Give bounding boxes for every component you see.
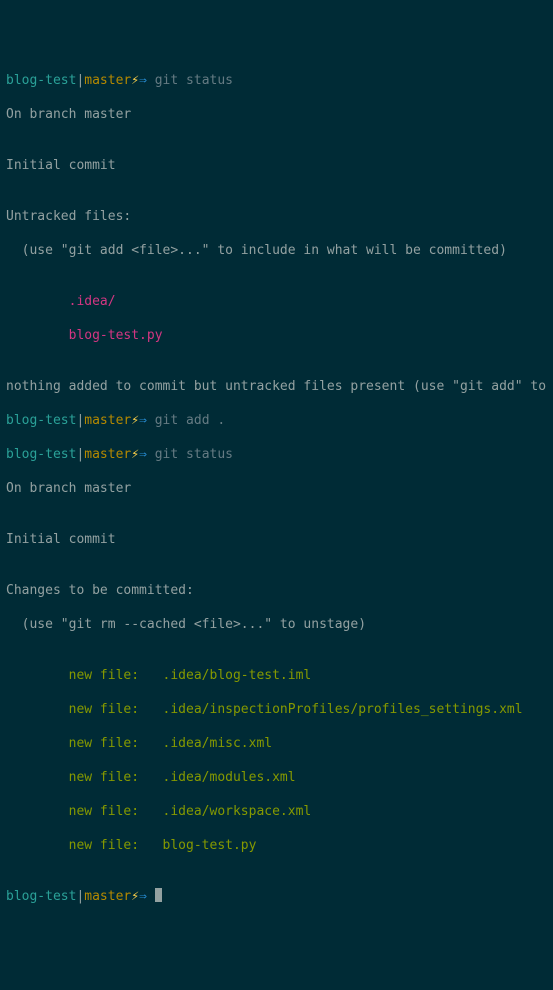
prompt-line-3: blog-test|master⚡⇒ git status [6,446,547,463]
cursor-icon[interactable] [155,888,162,902]
prompt-line-2: blog-test|master⚡⇒ git add . [6,412,547,429]
lightning-icon: ⚡ [131,889,139,904]
prompt-dir: blog-test [6,73,76,88]
prompt-line-4: blog-test|master⚡⇒ [6,888,547,905]
untracked-file: blog-test.py [6,327,547,344]
output-initial-commit: Initial commit [6,531,547,548]
command-text[interactable]: git add . [155,413,225,428]
output-untracked-header: Untracked files: [6,208,547,225]
output-untracked-hint: (use "git add <file>..." to include in w… [6,242,547,259]
staged-file: new file: .idea/modules.xml [6,769,547,786]
staged-file: new file: .idea/blog-test.iml [6,667,547,684]
prompt-branch: master [84,413,131,428]
staged-file: new file: .idea/misc.xml [6,735,547,752]
arrow-icon: ⇒ [139,73,147,88]
lightning-icon: ⚡ [131,447,139,462]
prompt-branch: master [84,73,131,88]
prompt-branch: master [84,447,131,462]
staged-file: new file: .idea/inspectionProfiles/profi… [6,701,547,718]
prompt-dir: blog-test [6,413,76,428]
output-nothing-added: nothing added to commit but untracked fi… [6,378,547,395]
command-text[interactable]: git status [155,73,233,88]
output-initial-commit: Initial commit [6,157,547,174]
staged-file: new file: blog-test.py [6,837,547,854]
output-on-branch: On branch master [6,480,547,497]
prompt-dir: blog-test [6,889,76,904]
prompt-sep: | [76,889,84,904]
arrow-icon: ⇒ [139,447,147,462]
staged-file: new file: .idea/workspace.xml [6,803,547,820]
output-changes-hint: (use "git rm --cached <file>..." to unst… [6,616,547,633]
lightning-icon: ⚡ [131,413,139,428]
arrow-icon: ⇒ [139,413,147,428]
output-on-branch: On branch master [6,106,547,123]
prompt-branch: master [84,889,131,904]
command-text[interactable]: git status [155,447,233,462]
output-changes-header: Changes to be committed: [6,582,547,599]
prompt-line-1: blog-test|master⚡⇒ git status [6,72,547,89]
lightning-icon: ⚡ [131,73,139,88]
arrow-icon: ⇒ [139,889,147,904]
prompt-dir: blog-test [6,447,76,462]
untracked-file: .idea/ [6,293,547,310]
